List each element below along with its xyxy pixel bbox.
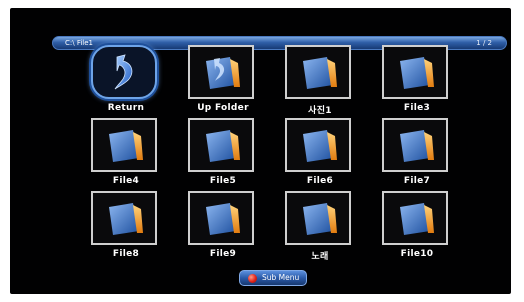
grid-item-file5[interactable]: File5 (188, 118, 258, 186)
return-tile[interactable] (91, 45, 157, 99)
grid-item-file8[interactable]: File8 (91, 191, 161, 259)
item-label: File4 (112, 176, 140, 186)
grid-item-song[interactable]: 노래 (285, 191, 355, 262)
folder-tile[interactable] (91, 118, 157, 172)
grid-item-file7[interactable]: File7 (382, 118, 452, 186)
grid-item-file9[interactable]: File9 (188, 191, 258, 259)
item-label: File6 (306, 176, 334, 186)
folder-icon (206, 130, 240, 162)
folder-tile[interactable] (188, 118, 254, 172)
folder-tile[interactable] (285, 118, 351, 172)
item-label: Return (107, 103, 145, 113)
up-folder-icon (206, 57, 240, 89)
sub-menu-button[interactable]: Sub Menu (239, 270, 307, 286)
up-folder-tile[interactable] (188, 45, 254, 99)
folder-icon (400, 57, 434, 89)
grid-item-file6[interactable]: File6 (285, 118, 355, 186)
item-label: File3 (403, 103, 431, 113)
current-path: C:\ File1 (65, 39, 93, 47)
folder-icon (303, 203, 337, 235)
folder-tile[interactable] (188, 191, 254, 245)
folder-tile[interactable] (285, 191, 351, 245)
red-button-icon (248, 274, 257, 283)
folder-icon (303, 57, 337, 89)
item-label: File5 (209, 176, 237, 186)
folder-icon (400, 130, 434, 162)
item-label: 노래 (311, 252, 329, 262)
grid-item-file4[interactable]: File4 (91, 118, 161, 186)
folder-icon (206, 203, 240, 235)
folder-icon (109, 203, 143, 235)
folder-icon (303, 130, 337, 162)
folder-tile[interactable] (285, 45, 351, 99)
return-arrow-icon (114, 54, 133, 90)
grid-item-up-folder[interactable]: Up Folder (188, 45, 258, 113)
grid-item-file10[interactable]: File10 (382, 191, 452, 259)
folder-tile[interactable] (91, 191, 157, 245)
grid-item-photo1[interactable]: 사진1 (285, 45, 355, 116)
grid-item-file3[interactable]: File3 (382, 45, 452, 113)
folder-icon (109, 130, 143, 162)
sub-menu-label: Sub Menu (262, 273, 300, 282)
item-label: File10 (400, 249, 434, 259)
folder-icon (400, 203, 434, 235)
folder-tile[interactable] (382, 118, 448, 172)
item-label: 사진1 (308, 106, 332, 116)
item-label: Up Folder (197, 103, 249, 113)
item-label: File7 (403, 176, 431, 186)
item-label: File8 (112, 249, 140, 259)
item-label: File9 (209, 249, 237, 259)
file-grid: Return Up Folder 사진1 File3 File4 File5 F… (91, 45, 455, 263)
folder-tile[interactable] (382, 45, 448, 99)
grid-item-return[interactable]: Return (91, 45, 161, 113)
page-indicator: 1 / 2 (476, 39, 492, 47)
folder-tile[interactable] (382, 191, 448, 245)
